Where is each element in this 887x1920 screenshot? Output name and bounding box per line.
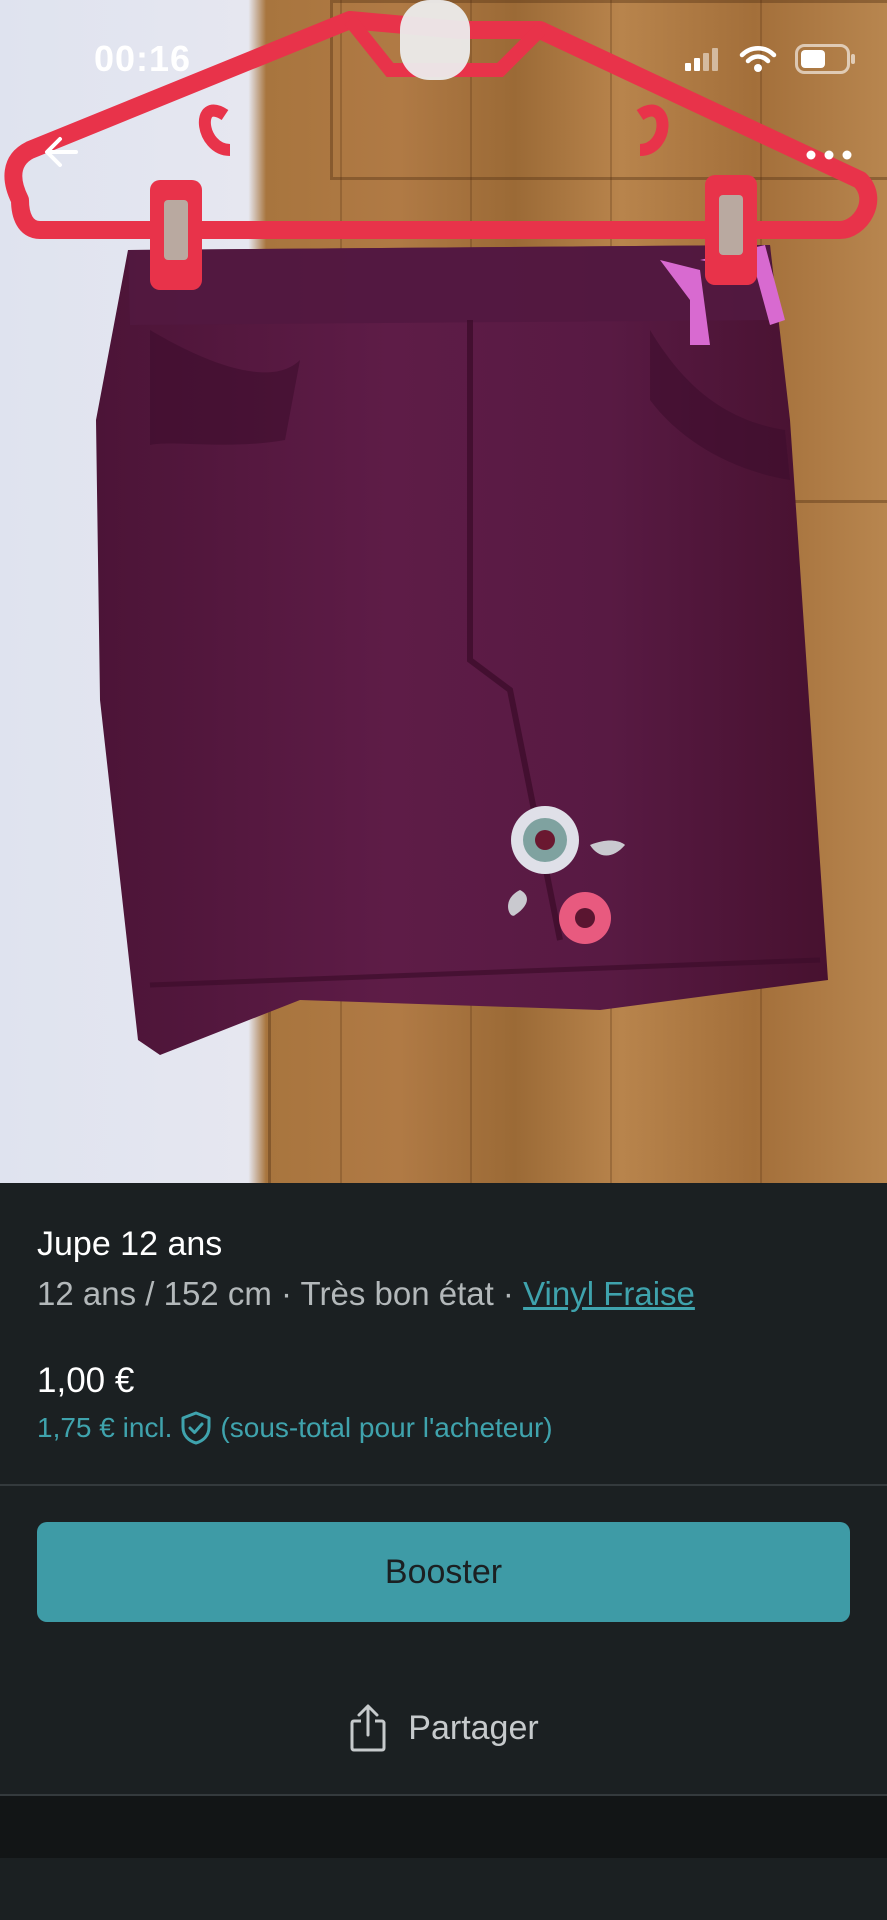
share-label: Partager [408, 1708, 539, 1747]
item-condition: Très bon état [300, 1275, 494, 1312]
booster-button[interactable]: Booster [37, 1522, 850, 1622]
bottom-strip [0, 1796, 887, 1858]
item-info: Jupe 12 ans 12 ans / 152 cm · Très bon é… [0, 1183, 887, 1483]
divider [0, 1484, 887, 1486]
price-incl-note: (sous-total pour l'acheteur) [220, 1412, 553, 1443]
product-photo[interactable] [0, 0, 887, 1183]
bottom-area [0, 1858, 887, 1920]
item-price: 1,00 € [37, 1361, 135, 1400]
share-icon [350, 1704, 386, 1752]
status-bar: 00:16 [0, 0, 887, 120]
wifi-icon [739, 46, 777, 72]
signal-icon [685, 48, 718, 71]
battery-icon [795, 44, 855, 74]
item-title: Jupe 12 ans [37, 1225, 223, 1263]
item-size: 12 ans / 152 cm [37, 1275, 272, 1312]
separator: · [271, 1275, 301, 1312]
item-details: 12 ans / 152 cm · Très bon état · Vinyl … [37, 1275, 695, 1313]
shield-check-icon [181, 1411, 211, 1445]
brand-link[interactable]: Vinyl Fraise [523, 1275, 695, 1312]
more-dots-icon[interactable] [801, 140, 857, 170]
price-with-protection[interactable]: 1,75 € incl. (sous-total pour l'acheteur… [37, 1411, 553, 1445]
share-button[interactable]: Partager [0, 1698, 887, 1758]
status-time: 00:16 [94, 38, 192, 79]
arrow-left-icon[interactable] [38, 128, 86, 176]
status-icons [683, 44, 857, 74]
price-incl-value: 1,75 € incl. [37, 1412, 173, 1443]
separator: · [493, 1275, 524, 1312]
